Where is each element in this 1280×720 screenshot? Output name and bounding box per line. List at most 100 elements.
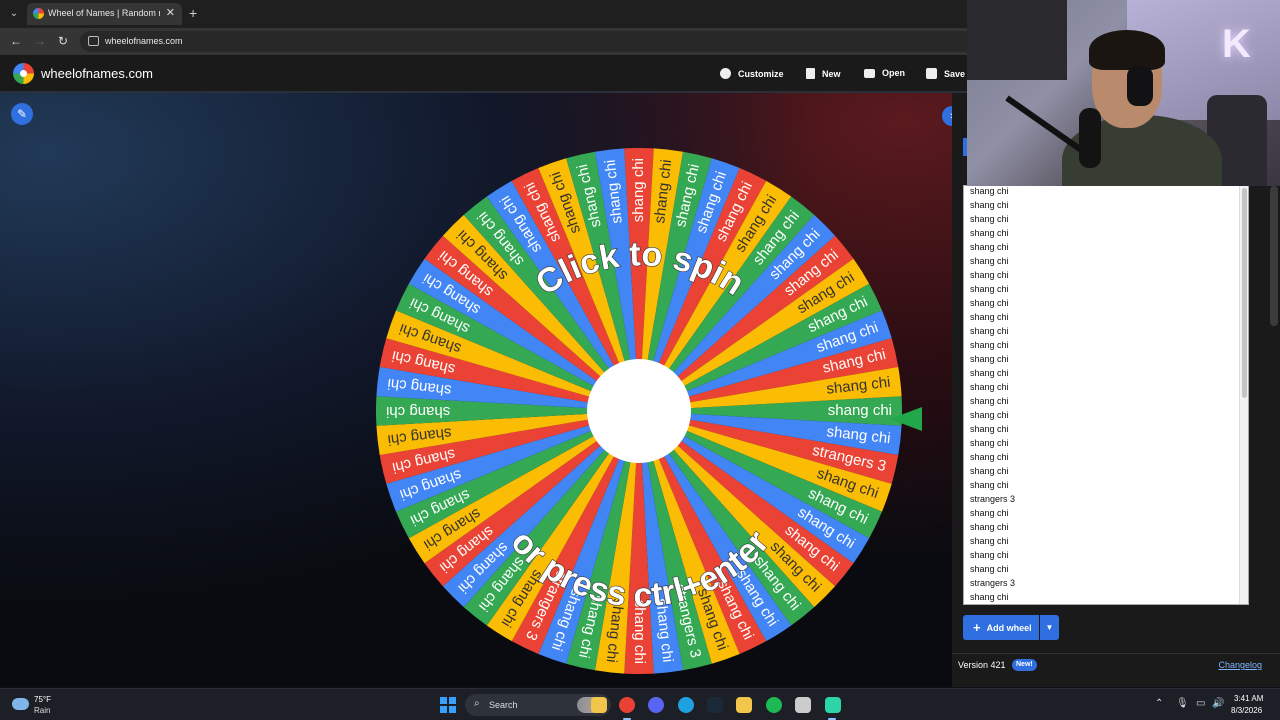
- webcam-acoustic-panel: [967, 0, 1067, 80]
- entry-item[interactable]: shang chi: [964, 212, 1248, 226]
- steam-icon[interactable]: [707, 697, 723, 713]
- new-badge: New!: [1012, 659, 1037, 671]
- add-wheel-label: Add wheel: [986, 623, 1032, 633]
- entry-item[interactable]: shang chi: [964, 338, 1248, 352]
- taskbar-search[interactable]: ⌕ Search: [465, 694, 611, 716]
- windows-taskbar: 75°F Rain ⌕ Search ⌃ 🎙 ▭ 🔊 3:41 AM 8/3/2…: [0, 688, 1280, 720]
- entry-item[interactable]: shang chi: [964, 324, 1248, 338]
- entry-item[interactable]: strangers 3: [964, 576, 1248, 590]
- save-label: Save: [944, 69, 966, 79]
- network-icon[interactable]: ▭: [1196, 698, 1205, 709]
- entry-item[interactable]: strangers 3: [964, 492, 1248, 506]
- folder-icon: [864, 69, 875, 78]
- forward-arrow-icon[interactable]: →: [34, 34, 46, 48]
- weather-rain-icon[interactable]: [12, 698, 29, 710]
- entry-item[interactable]: shang chi: [964, 254, 1248, 268]
- open-label: Open: [882, 68, 906, 78]
- entry-item[interactable]: shang chi: [964, 590, 1248, 604]
- photos-icon[interactable]: [591, 697, 607, 713]
- clock-time[interactable]: 3:41 AM: [1234, 694, 1263, 703]
- site-info-icon[interactable]: [88, 36, 99, 46]
- logo-icon: [13, 63, 34, 84]
- entry-item[interactable]: shang chi: [964, 310, 1248, 324]
- reload-icon[interactable]: ↻: [58, 34, 68, 48]
- taskbar-search-label: Search: [489, 700, 518, 710]
- back-arrow-icon[interactable]: ←: [10, 34, 22, 48]
- entry-item[interactable]: shang chi: [964, 464, 1248, 478]
- tab-search-chevron-icon[interactable]: ⌄: [6, 6, 22, 22]
- windows-start-icon[interactable]: [440, 697, 456, 713]
- entries-scroll-thumb[interactable]: [1242, 188, 1247, 398]
- webcam-overlay: K: [967, 0, 1280, 186]
- entry-item[interactable]: shang chi: [964, 366, 1248, 380]
- entries-list: shang chi shang chi shang chi shang chi shan…: [964, 186, 1248, 604]
- tab-title: Wheel of Names | Random nam: [48, 8, 160, 18]
- entry-item[interactable]: shang chi: [964, 226, 1248, 240]
- tab-close-icon[interactable]: ✕: [166, 6, 175, 19]
- customize-button[interactable]: Customize: [720, 68, 784, 79]
- logo-text[interactable]: wheelofnames.com: [41, 66, 153, 81]
- entry-item[interactable]: shang chi: [964, 548, 1248, 562]
- webcam-person-hair: [1089, 30, 1165, 70]
- customize-label: Customize: [738, 69, 784, 79]
- terminal-icon[interactable]: [825, 697, 841, 713]
- chrome-icon[interactable]: [619, 697, 635, 713]
- new-tab-button[interactable]: +: [189, 5, 197, 21]
- entry-item[interactable]: shang chi: [964, 436, 1248, 450]
- version-text: Version 421: [958, 660, 1006, 670]
- spotify-icon[interactable]: [766, 697, 782, 713]
- entry-item[interactable]: shang chi: [964, 268, 1248, 282]
- entry-item[interactable]: shang chi: [964, 422, 1248, 436]
- wheel-center[interactable]: [587, 359, 691, 463]
- entry-item[interactable]: shang chi: [964, 562, 1248, 576]
- volume-icon[interactable]: 🔊: [1212, 698, 1224, 709]
- file-explorer-icon[interactable]: [736, 697, 752, 713]
- save-button[interactable]: Save: [926, 68, 965, 79]
- entry-item[interactable]: shang chi: [964, 450, 1248, 464]
- entry-item[interactable]: shang chi: [964, 198, 1248, 212]
- new-button[interactable]: New: [806, 68, 841, 79]
- add-wheel-button[interactable]: + Add wheel: [963, 615, 1039, 640]
- entry-item[interactable]: shang chi: [964, 394, 1248, 408]
- microphone-icon: [1079, 108, 1101, 168]
- wheel-favicon-icon: [33, 8, 44, 19]
- entry-item[interactable]: shang chi: [964, 478, 1248, 492]
- wheel-canvas-area: ✎ shang chi shang chi strangers 3 shang chi…: [0, 93, 952, 687]
- entries-textarea[interactable]: shang chi shang chi shang chi shang chi shan…: [963, 185, 1249, 605]
- edge-icon[interactable]: [678, 697, 694, 713]
- palette-icon: [720, 68, 731, 79]
- document-icon: [806, 68, 815, 79]
- open-button[interactable]: Open: [864, 68, 905, 78]
- entry-item[interactable]: shang chi: [964, 282, 1248, 296]
- entry-item[interactable]: shang chi: [964, 408, 1248, 422]
- clock-date[interactable]: 8/3/2026: [1231, 706, 1262, 715]
- entry-item[interactable]: shang chi: [964, 240, 1248, 254]
- edit-pencil-icon[interactable]: ✎: [11, 103, 33, 125]
- spin-wheel[interactable]: shang chishang chistrangers 3shang chish…: [350, 123, 930, 703]
- tray-chevron-icon[interactable]: ⌃: [1155, 698, 1163, 709]
- url-text[interactable]: wheelofnames.com: [105, 36, 183, 46]
- entries-scrollbar[interactable]: [1239, 186, 1248, 604]
- changelog-link[interactable]: Changelog: [1218, 660, 1262, 670]
- weather-temperature[interactable]: 75°F: [34, 695, 51, 704]
- entry-item[interactable]: shang chi: [964, 380, 1248, 394]
- neon-k-sign-icon: K: [1222, 22, 1251, 66]
- page-scrollbar-thumb[interactable]: [1270, 186, 1278, 326]
- settings-icon[interactable]: [795, 697, 811, 713]
- entry-item[interactable]: shang chi: [964, 186, 1248, 198]
- microphone-tray-icon[interactable]: 🎙: [1176, 698, 1189, 709]
- entry-item[interactable]: shang chi: [964, 520, 1248, 534]
- search-icon: ⌕: [474, 698, 480, 709]
- sidebar-divider: [952, 653, 1280, 654]
- browser-tab[interactable]: Wheel of Names | Random nam ✕: [27, 3, 182, 25]
- plus-icon: +: [973, 620, 981, 635]
- entry-item[interactable]: shang chi: [964, 534, 1248, 548]
- weather-condition[interactable]: Rain: [34, 706, 50, 715]
- add-wheel-dropdown-caret-icon[interactable]: ▼: [1040, 615, 1059, 640]
- discord-icon[interactable]: [648, 697, 664, 713]
- entry-item[interactable]: shang chi: [964, 506, 1248, 520]
- new-label: New: [822, 69, 841, 79]
- entry-item[interactable]: shang chi: [964, 296, 1248, 310]
- save-icon: [926, 68, 937, 79]
- entry-item[interactable]: shang chi: [964, 352, 1248, 366]
